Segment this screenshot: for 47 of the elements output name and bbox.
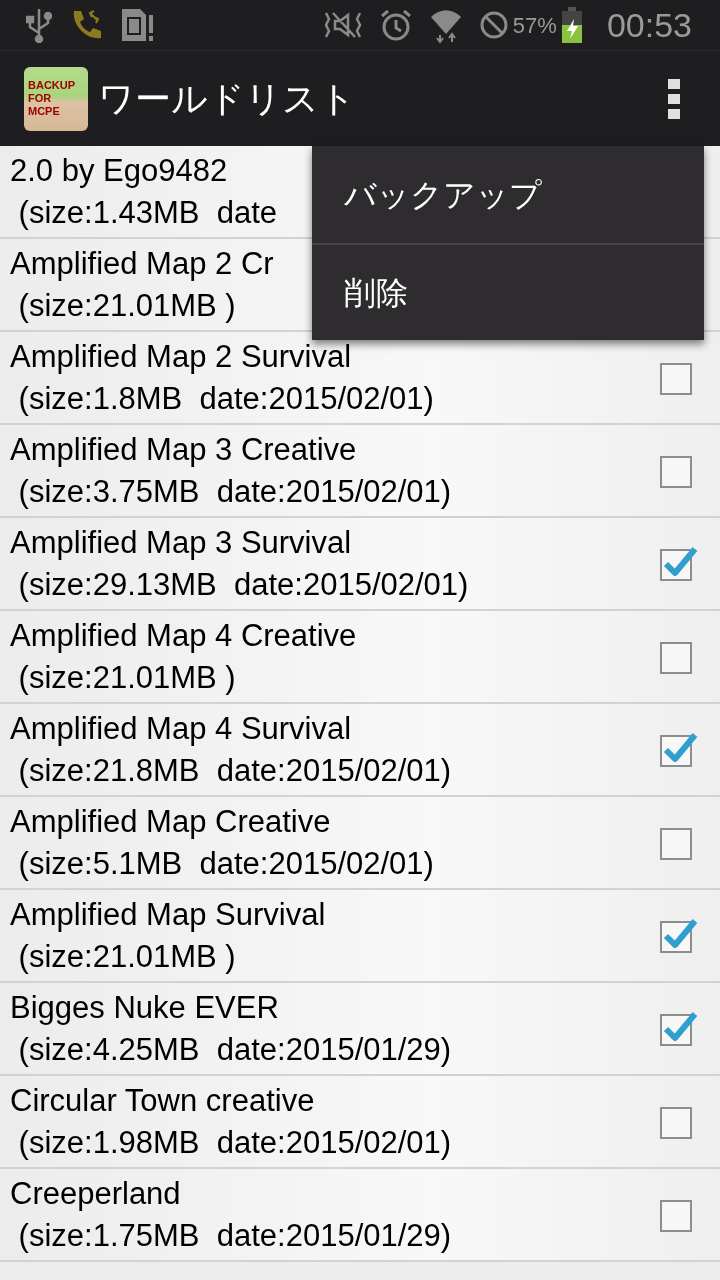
world-info: (size:1.43MB date xyxy=(17,193,278,232)
world-name: Amplified Map 3 Survival xyxy=(10,523,352,562)
world-name: Amplified Map Survival xyxy=(10,895,326,934)
world-row[interactable]: Amplified Map Survival (size:21.01MB ) xyxy=(0,890,720,983)
world-row[interactable]: Bigges Nuke EVER (size:4.25MB date:2015/01/29) xyxy=(0,983,720,1076)
world-name: Amplified Map 4 Survival xyxy=(10,709,352,748)
world-name: Amplified Map 4 Creative xyxy=(10,616,357,655)
world-name: Amplified Map 3 Creative xyxy=(10,430,357,469)
clock: 00:53 xyxy=(606,4,692,46)
world-info: (size:21.8MB date:2015/02/01) xyxy=(17,751,452,790)
alarm-clock-icon xyxy=(378,8,413,42)
menu-item[interactable]: バックアップ xyxy=(312,146,704,243)
wifi-icon xyxy=(428,7,463,43)
overflow-menu-icon[interactable] xyxy=(668,78,680,119)
menu-item[interactable]: 削除 xyxy=(312,243,704,340)
world-row[interactable]: Circular Town creative (size:1.98MB date:2015/02/01) xyxy=(0,1076,720,1169)
sim-card-icon xyxy=(120,7,154,43)
world-info: (size:29.13MB date:2015/02/01) xyxy=(17,565,469,604)
world-row[interactable]: Creeperland (size:1.75MB date:2015/01/29) xyxy=(0,1169,720,1262)
battery-percentage: 57% xyxy=(512,11,557,40)
world-row[interactable]: Amplified Map 4 Creative (size:21.01MB ) xyxy=(0,611,720,704)
world-name: Amplified Map Creative xyxy=(10,802,331,841)
world-info: (size:21.01MB ) xyxy=(17,286,236,325)
world-info: (size:3.75MB date:2015/02/01) xyxy=(17,472,452,511)
world-info: (size:21.01MB ) xyxy=(17,658,236,697)
world-name: 2.0 by Ego9482 xyxy=(10,151,228,190)
world-row[interactable]: Amplified Map 3 Survival (size:29.13MB date:2015/02/01) xyxy=(0,518,720,611)
world-info: (size:1.8MB date:2015/02/01) xyxy=(17,379,434,418)
world-name: Bigges Nuke EVER xyxy=(10,988,279,1027)
app-icon: BACKUP FOR MCPE xyxy=(24,66,88,131)
app-title: ワールドリスト xyxy=(98,76,356,121)
battery-icon xyxy=(560,7,583,43)
world-row[interactable]: Amplified Map 4 Survival (size:21.8MB date:2015/02/01) xyxy=(0,704,720,797)
block-icon xyxy=(478,10,509,40)
world-info: (size:5.1MB date:2015/02/01) xyxy=(17,844,434,883)
world-info: (size:1.75MB date:2015/01/29) xyxy=(17,1216,452,1255)
world-info: (size:21.01MB ) xyxy=(17,937,236,976)
world-row[interactable]: Amplified Map 2 Survival (size:1.8MB date:2015/02/01) xyxy=(0,332,720,425)
world-info: (size:1.98MB date:2015/02/01) xyxy=(17,1123,452,1162)
world-name: Creeperland xyxy=(10,1174,181,1213)
world-info: (size:4.25MB date:2015/01/29) xyxy=(17,1030,452,1069)
world-row[interactable]: Amplified Map 3 Creative (size:3.75MB date:2015/02/01) xyxy=(0,425,720,518)
world-name: Amplified Map 2 Cr xyxy=(10,244,274,283)
usb-icon xyxy=(26,7,52,43)
world-name: Circular Town creative xyxy=(10,1081,315,1120)
world-name: Amplified Map 2 Survival xyxy=(10,337,352,376)
world-row[interactable]: Amplified Map Creative (size:5.1MB date:2015/02/01) xyxy=(0,797,720,890)
